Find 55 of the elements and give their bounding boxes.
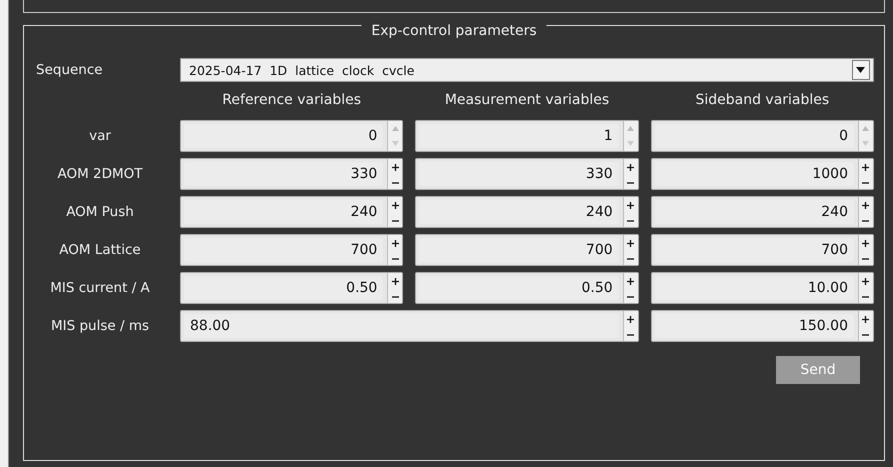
minus-icon[interactable]: [627, 296, 634, 298]
plus-icon[interactable]: [392, 164, 399, 172]
minus-icon[interactable]: [392, 220, 399, 222]
minus-icon[interactable]: [627, 258, 634, 260]
plus-icon[interactable]: [627, 164, 634, 172]
row-label: AOM Push: [65, 204, 135, 220]
plus-icon[interactable]: [862, 240, 870, 248]
minus-icon[interactable]: [862, 334, 870, 336]
row-label: AOM 2DMOT: [56, 166, 144, 182]
spin-box[interactable]: 10.00: [650, 272, 874, 304]
spin-box[interactable]: 700: [650, 234, 874, 266]
minus-icon[interactable]: [862, 220, 870, 222]
spin-box[interactable]: 1000: [650, 158, 874, 190]
spin-box[interactable]: 0.50: [415, 272, 639, 304]
plus-icon[interactable]: [627, 202, 634, 210]
minus-icon[interactable]: [627, 220, 634, 222]
row-label: var: [88, 128, 112, 144]
spin-box[interactable]: 88.00: [180, 310, 639, 342]
plus-icon[interactable]: [862, 202, 870, 210]
plus-icon[interactable]: [392, 240, 399, 248]
spin-box[interactable]: 240: [415, 196, 639, 228]
spin-box[interactable]: 700: [415, 234, 639, 266]
minus-icon[interactable]: [862, 182, 870, 184]
minus-icon[interactable]: [627, 182, 634, 184]
plus-icon[interactable]: [862, 278, 870, 286]
row-label: MIS pulse / ms: [50, 318, 150, 334]
plus-icon[interactable]: [392, 202, 399, 210]
plus-icon[interactable]: [627, 278, 634, 286]
spin-box[interactable]: 240: [180, 196, 404, 228]
plus-icon[interactable]: [627, 316, 634, 324]
spin-box[interactable]: 240: [650, 196, 874, 228]
spin-box[interactable]: 330: [180, 158, 404, 190]
spin-box[interactable]: 0.50: [180, 272, 404, 304]
row-label: AOM Lattice: [58, 242, 142, 258]
row-label: MIS current / A: [49, 280, 151, 296]
spin-box[interactable]: 330: [415, 158, 639, 190]
plus-icon[interactable]: [862, 164, 870, 172]
minus-icon[interactable]: [392, 182, 399, 184]
column-header: Sideband variables: [694, 92, 830, 108]
plus-icon[interactable]: [627, 240, 634, 248]
spin-box[interactable]: 150.00: [650, 310, 874, 342]
column-header: Measurement variables: [444, 92, 610, 108]
minus-icon[interactable]: [627, 334, 634, 336]
minus-icon[interactable]: [392, 296, 399, 298]
spin-box[interactable]: 700: [180, 234, 404, 266]
field-label: Sequence: [35, 62, 104, 78]
minus-icon[interactable]: [862, 258, 870, 260]
sequence-dropdown[interactable]: 2025-04-17 1D lattice clock cvcle: [180, 58, 874, 82]
minus-icon[interactable]: [862, 296, 870, 298]
group-title: Exp-control parameters: [361, 23, 547, 39]
plus-icon[interactable]: [392, 278, 399, 286]
column-header: Reference variables: [221, 92, 362, 108]
plus-icon[interactable]: [862, 316, 870, 324]
dropdown-arrow-icon[interactable]: [856, 67, 866, 73]
minus-icon[interactable]: [392, 258, 399, 260]
